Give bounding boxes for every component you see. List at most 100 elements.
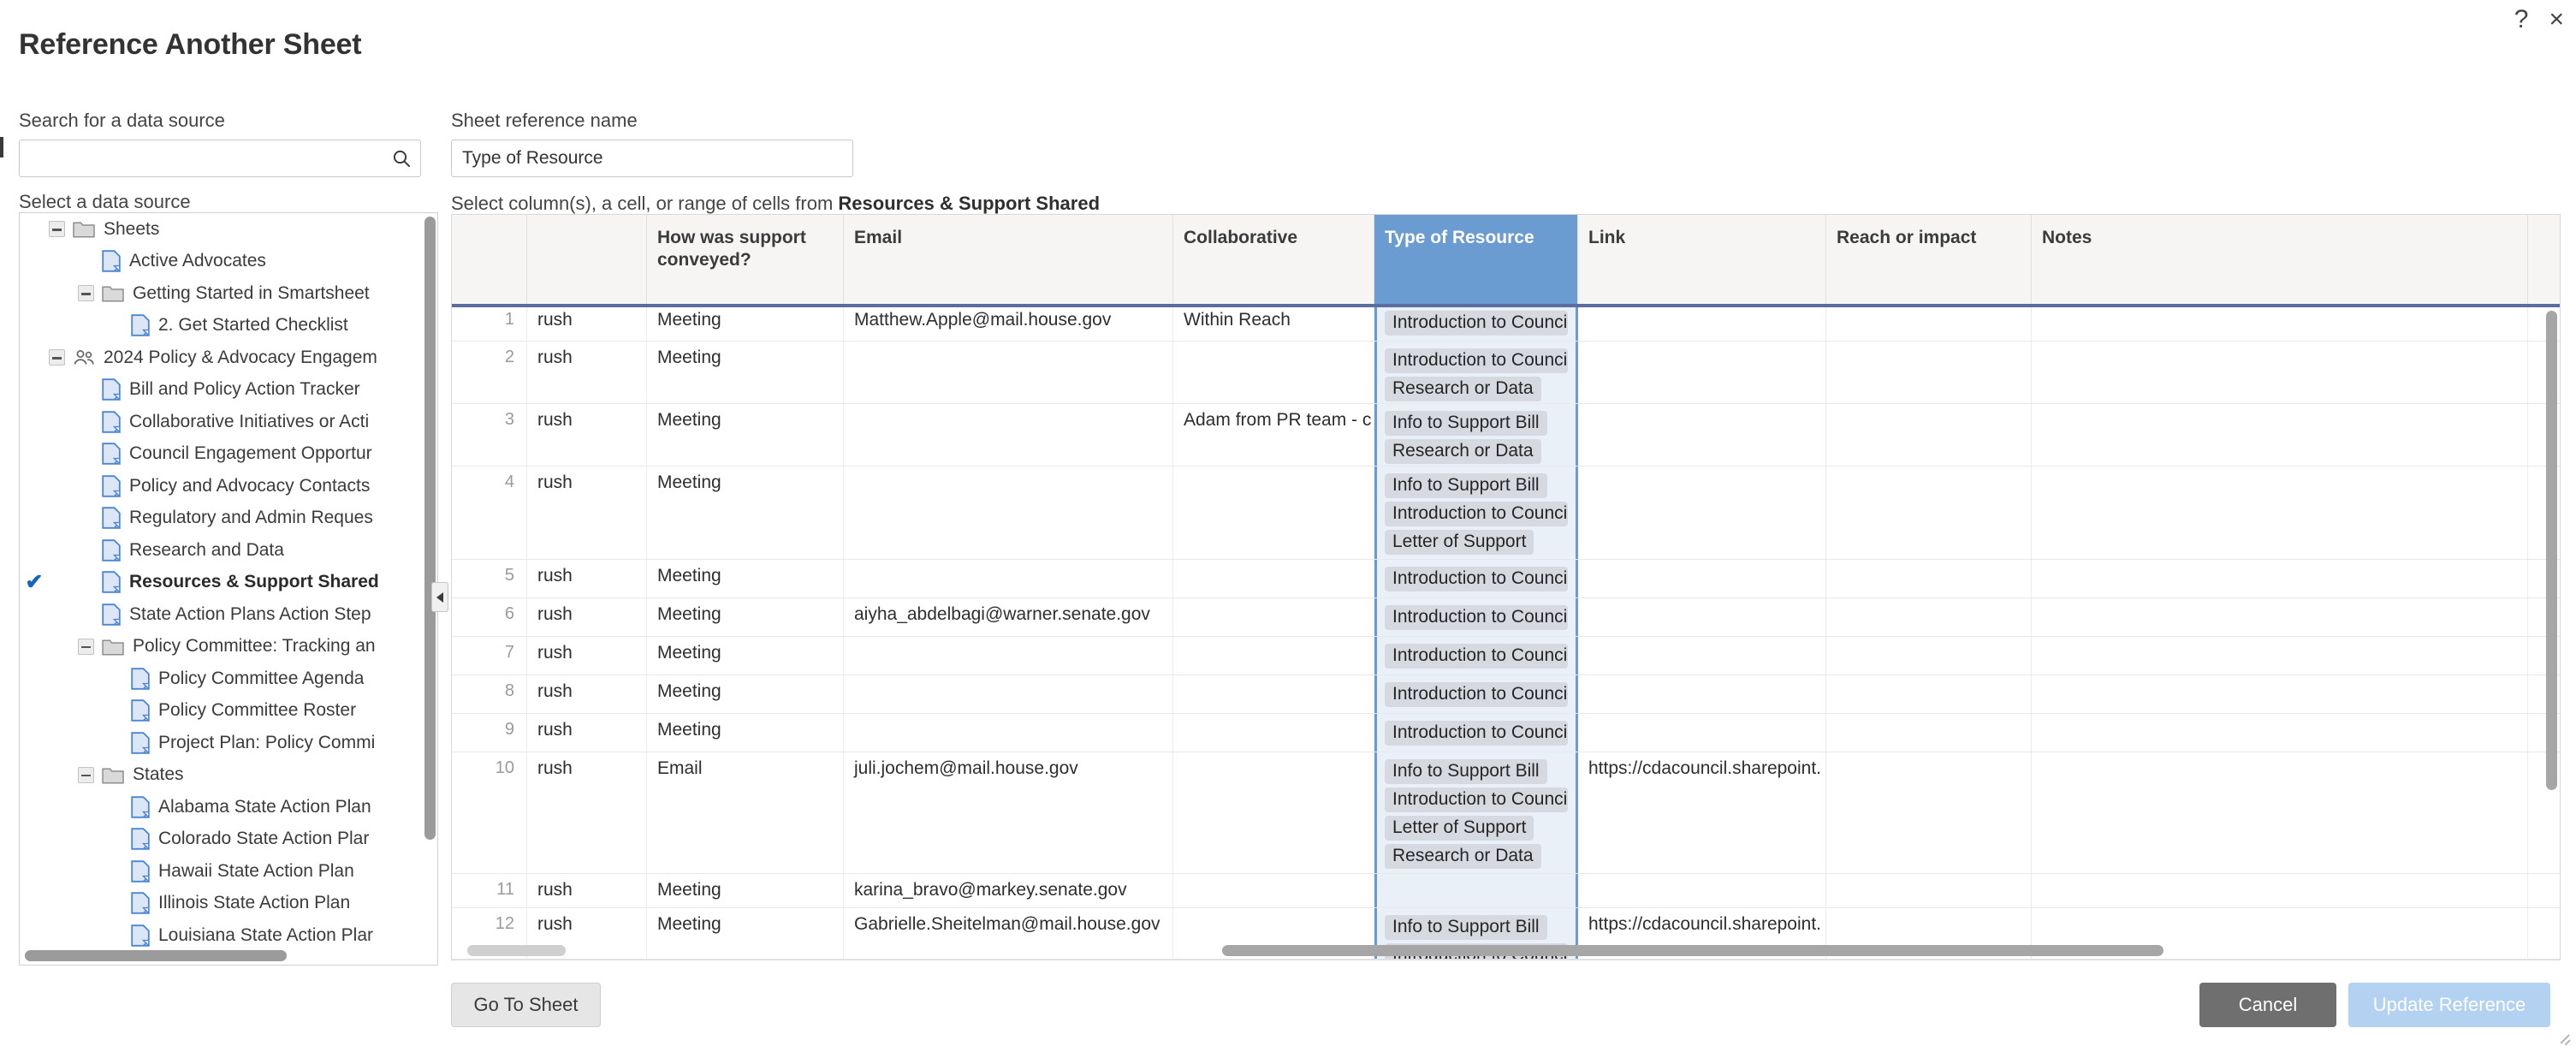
update-reference-button[interactable]: Update Reference (2348, 983, 2550, 1027)
cell-type-of-resource[interactable]: Info to Support Bill Introduction to Coun… (1374, 467, 1578, 559)
cell-link[interactable] (1578, 404, 1826, 466)
cell-link[interactable] (1578, 342, 1826, 403)
row-number[interactable]: 11 (452, 874, 527, 907)
cell-type-of-resource[interactable]: Info to Support Bill Introduction to Coun… (1374, 752, 1578, 873)
cell-link[interactable] (1578, 560, 1826, 597)
cell-link[interactable] (1578, 467, 1826, 559)
cell-conveyed[interactable]: Meeting (647, 637, 844, 675)
column-header-collaborative[interactable]: Collaborative (1173, 215, 1374, 304)
tree-item-policy-committee-roster[interactable]: Policy Committee Roster (20, 695, 422, 728)
cell-collaborative[interactable]: Adam from PR team - c (1173, 404, 1374, 466)
cell-name[interactable]: rush (527, 404, 647, 466)
cell-email[interactable] (844, 714, 1173, 752)
cell-conveyed[interactable]: Meeting (647, 404, 844, 466)
tree-item-states[interactable]: States (20, 759, 422, 792)
cell-reach[interactable] (1826, 874, 2032, 907)
cell-reach[interactable] (1826, 714, 2032, 752)
cell-name[interactable]: rush (527, 752, 647, 873)
grid-horizontal-scrollbar[interactable] (1222, 945, 2163, 956)
cell-link[interactable] (1578, 714, 1826, 752)
cell-notes[interactable] (2032, 467, 2528, 559)
tree-item-bill-and-policy-action-tracker[interactable]: Bill and Policy Action Tracker (20, 374, 422, 407)
row-number[interactable]: 6 (452, 598, 527, 636)
cell-collaborative[interactable] (1173, 714, 1374, 752)
table-row[interactable]: 2 rush Meeting Introduction to Council Resea… (452, 342, 2560, 404)
cell-reach[interactable] (1826, 404, 2032, 466)
cell-name[interactable]: rush (527, 675, 647, 713)
grid-body[interactable]: 1 rush Meeting Matthew.Apple@mail.house.gov… (452, 304, 2560, 960)
cell-type-of-resource[interactable]: Info to Support Bill Research or Data (1374, 404, 1578, 466)
cell-notes[interactable] (2032, 598, 2528, 636)
cell-email[interactable] (844, 404, 1173, 466)
cell-collaborative[interactable] (1173, 598, 1374, 636)
table-row[interactable]: 9 rush Meeting Introduction to Council (452, 714, 2560, 752)
cell-reach[interactable] (1826, 675, 2032, 713)
cell-type-of-resource[interactable]: Introduction to Council (1374, 598, 1578, 636)
cell-collaborative[interactable] (1173, 637, 1374, 675)
collapse-toggle-icon[interactable] (49, 221, 65, 238)
tree-item-getting-started-in-smartsheet[interactable]: Getting Started in Smartsheet (20, 277, 422, 310)
tree-vertical-scrollbar[interactable] (424, 217, 436, 840)
tree-item-policy-and-advocacy-contacts[interactable]: Policy and Advocacy Contacts (20, 470, 422, 502)
tree-item-louisiana-state-action-plar[interactable]: Louisiana State Action Plar (20, 919, 422, 949)
table-row[interactable]: 10 rush Email juli.jochem@mail.house.gov Inf… (452, 752, 2560, 874)
resize-grip-icon[interactable] (2559, 1031, 2571, 1043)
cell-conveyed[interactable]: Meeting (647, 598, 844, 636)
cell-name[interactable]: rush (527, 304, 647, 341)
tree-item-regulatory-and-admin-reques[interactable]: Regulatory and Admin Reques (20, 502, 422, 535)
search-field-wrapper[interactable] (19, 140, 421, 177)
cell-reach[interactable] (1826, 598, 2032, 636)
cell-link[interactable] (1578, 304, 1826, 341)
tree-item-resources-support-shared[interactable]: ✔ Resources & Support Shared (20, 567, 422, 599)
column-header-email[interactable]: Email (844, 215, 1173, 304)
column-header-conveyed[interactable]: How was support conveyed? (647, 215, 844, 304)
cell-link[interactable] (1578, 874, 1826, 907)
cell-notes[interactable] (2032, 560, 2528, 597)
cell-notes[interactable] (2032, 342, 2528, 403)
cell-type-of-resource[interactable]: Introduction to Council (1374, 304, 1578, 341)
cell-email[interactable] (844, 467, 1173, 559)
cell-collaborative[interactable] (1173, 467, 1374, 559)
cell-email[interactable]: juli.jochem@mail.house.gov (844, 752, 1173, 873)
cell-conveyed[interactable]: Meeting (647, 467, 844, 559)
cell-reach[interactable] (1826, 467, 2032, 559)
collapse-toggle-icon[interactable] (78, 638, 94, 655)
tree-item-project-plan-policy-commi[interactable]: Project Plan: Policy Commi (20, 727, 422, 759)
cell-notes[interactable] (2032, 752, 2528, 873)
cell-conveyed[interactable]: Meeting (647, 342, 844, 403)
cancel-button[interactable]: Cancel (2199, 983, 2336, 1027)
row-number[interactable]: 3 (452, 404, 527, 466)
row-number[interactable]: 5 (452, 560, 527, 597)
row-number[interactable]: 2 (452, 342, 527, 403)
cell-notes[interactable] (2032, 637, 2528, 675)
column-header-reach[interactable]: Reach or impact (1826, 215, 2032, 304)
tree-item-policy-committee-tracking-an[interactable]: Policy Committee: Tracking an (20, 631, 422, 663)
cell-name[interactable]: rush (527, 637, 647, 675)
cell-link[interactable] (1578, 637, 1826, 675)
cell-name[interactable]: rush (527, 598, 647, 636)
cell-collaborative[interactable] (1173, 675, 1374, 713)
row-number[interactable]: 10 (452, 752, 527, 873)
table-row[interactable]: 7 rush Meeting Introduction to Council (452, 637, 2560, 675)
grid-horizontal-scrollbar-track[interactable] (467, 945, 566, 956)
cell-email[interactable] (844, 637, 1173, 675)
cell-email[interactable]: karina_bravo@markey.senate.gov (844, 874, 1173, 907)
sheet-reference-name-input[interactable] (451, 140, 853, 177)
cell-email[interactable] (844, 342, 1173, 403)
tree-item-alabama-state-action-plan[interactable]: Alabama State Action Plan (20, 791, 422, 823)
tree-item-2024-policy-advocacy-engagem[interactable]: 2024 Policy & Advocacy Engagem (20, 342, 422, 374)
column-header-notes[interactable]: Notes (2032, 215, 2528, 304)
column-header-link[interactable]: Link (1578, 215, 1826, 304)
table-row[interactable]: 3 rush Meeting Adam from PR team - c Info to… (452, 404, 2560, 467)
cell-collaborative[interactable] (1173, 752, 1374, 873)
tree-item-active-advocates[interactable]: Active Advocates (20, 246, 422, 278)
row-number[interactable]: 4 (452, 467, 527, 559)
table-row[interactable]: 8 rush Meeting Introduction to Council (452, 675, 2560, 714)
tree-item-2-get-started-checklist[interactable]: 2. Get Started Checklist (20, 310, 422, 342)
search-input[interactable] (20, 140, 420, 176)
cell-type-of-resource[interactable]: Introduction to Council Research or Data (1374, 342, 1578, 403)
cell-name[interactable]: rush (527, 714, 647, 752)
table-row[interactable]: 6 rush Meeting aiyha_abdelbagi@warner.senat… (452, 598, 2560, 637)
tree-horizontal-scrollbar[interactable] (25, 950, 287, 961)
tree-item-research-and-data[interactable]: Research and Data (20, 534, 422, 567)
